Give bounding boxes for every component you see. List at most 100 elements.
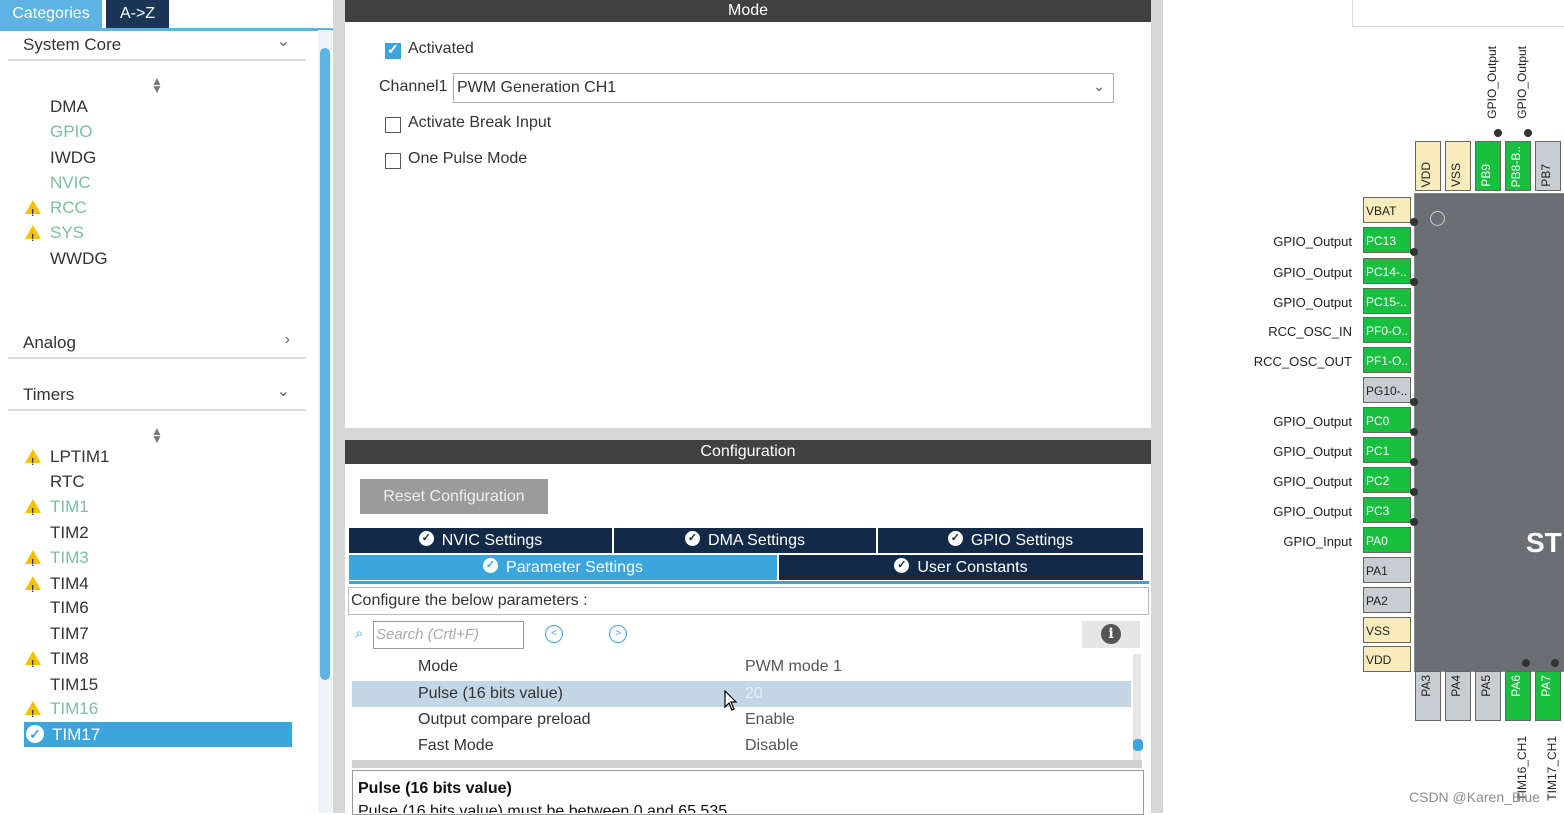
pin-pc15[interactable]: PC15-.. <box>1363 288 1411 314</box>
check-circle-icon: ✓ <box>894 558 910 574</box>
pin-top-pb7[interactable]: PB7 <box>1535 141 1561 191</box>
param-row-preload[interactable]: Output compare preload Enable <box>352 707 1131 733</box>
list-item-tim2[interactable]: TIM2 <box>50 521 89 545</box>
pin-name: PA4 <box>1449 675 1463 697</box>
previous-icon[interactable]: < <box>545 625 563 643</box>
pin-pc3[interactable]: PC3 <box>1363 497 1411 523</box>
list-item-rtc[interactable]: RTC <box>50 470 85 494</box>
info-button[interactable]: i <box>1082 621 1140 648</box>
tab-nvic-settings[interactable]: ✓ NVIC Settings <box>349 528 612 553</box>
tab-a-to-z[interactable]: A->Z <box>106 0 169 28</box>
one-pulse-checkbox[interactable] <box>385 153 401 169</box>
list-item-tim16[interactable]: TIM16 <box>25 697 98 727</box>
pushpin-icon <box>1494 129 1502 137</box>
param-value[interactable]: Enable <box>745 707 795 733</box>
list-item-tim6[interactable]: TIM6 <box>50 596 89 620</box>
pin-bottom-pa3[interactable]: PA3 <box>1415 671 1441 721</box>
left-scrollbar[interactable] <box>320 48 330 680</box>
pin-name: PB9 <box>1479 164 1493 187</box>
pin-pc13[interactable]: PC13 <box>1363 227 1411 253</box>
list-item-lptim1[interactable]: LPTIM1 <box>25 445 110 475</box>
pushpin-icon <box>1410 248 1418 256</box>
pin-name: PB8-B.. <box>1509 145 1523 187</box>
pin-pc0[interactable]: PC0 <box>1363 407 1411 433</box>
pin-bottom-pa4[interactable]: PA4 <box>1445 671 1471 721</box>
warning-icon <box>25 200 41 226</box>
param-value[interactable]: Disable <box>745 733 798 759</box>
param-row-mode[interactable]: Mode PWM mode 1 <box>352 654 1131 680</box>
pin-vbat[interactable]: VBAT <box>1363 197 1411 223</box>
channel1-select[interactable]: PWM Generation CH1 ⌄ <box>453 73 1114 103</box>
pushpin-icon <box>1410 398 1418 406</box>
param-row-pulse[interactable]: Pulse (16 bits value) 20 <box>352 681 1131 707</box>
list-item-tim4[interactable]: TIM4 <box>25 572 89 602</box>
pin-pc14[interactable]: PC14-.. <box>1363 258 1411 284</box>
pin-pa2[interactable]: PA2 <box>1363 587 1411 613</box>
tab-gpio-settings[interactable]: ✓ GPIO Settings <box>878 528 1143 553</box>
pushpin-icon <box>1410 488 1418 496</box>
tab-dma-settings[interactable]: ✓ DMA Settings <box>614 528 876 553</box>
pin-pf1[interactable]: PF1-O.. <box>1363 347 1411 373</box>
pushpin-icon <box>1410 458 1418 466</box>
tab-underline <box>349 581 1149 584</box>
category-timers[interactable]: Timers ⌄ <box>8 381 306 411</box>
tab-label: User Constants <box>917 559 1028 576</box>
pin-bottom-pa7[interactable]: PA7 <box>1535 671 1561 721</box>
list-item-gpio[interactable]: GPIO <box>50 120 93 144</box>
pin-vss[interactable]: VSS <box>1363 617 1411 643</box>
list-item-tim8[interactable]: TIM8 <box>25 647 89 677</box>
list-item-tim1[interactable]: TIM1 <box>25 495 89 525</box>
pin-label: GPIO_Output <box>1273 444 1352 459</box>
list-item-tim3[interactable]: TIM3 <box>25 546 89 576</box>
configure-description: Configure the below parameters : <box>348 587 1149 615</box>
pin-top-pb8[interactable]: PB8-B.. <box>1505 141 1531 191</box>
sort-icon[interactable]: ▲ ▼ <box>151 75 163 95</box>
param-scrollbar[interactable] <box>1133 739 1143 751</box>
pin-pc1[interactable]: PC1 <box>1363 437 1411 463</box>
info-icon: i <box>1101 624 1121 644</box>
param-value-input[interactable]: 20 <box>745 681 763 707</box>
list-item-tim15[interactable]: TIM15 <box>50 673 98 697</box>
param-row-fast-mode[interactable]: Fast Mode Disable <box>352 733 1131 759</box>
pin-pg10[interactable]: PG10-.. <box>1363 377 1411 403</box>
tab-parameter-settings[interactable]: ✓ Parameter Settings <box>349 555 777 580</box>
list-item-nvic[interactable]: NVIC <box>50 171 91 195</box>
check-circle-icon: ✓ <box>947 531 963 547</box>
param-name: Pulse (16 bits value) <box>418 685 563 702</box>
pin-top-vss[interactable]: VSS <box>1445 141 1471 191</box>
activated-checkbox[interactable] <box>385 41 401 59</box>
param-value[interactable]: PWM mode 1 <box>745 654 842 680</box>
tab-categories[interactable]: Categories <box>0 0 102 28</box>
list-item-dma[interactable]: DMA <box>50 95 88 119</box>
pin-vdd[interactable]: VDD <box>1363 646 1411 672</box>
pin-label: RCC_OSC_IN <box>1268 324 1352 339</box>
break-input-checkbox[interactable] <box>385 117 401 133</box>
sort-icon[interactable]: ▲ ▼ <box>151 425 163 445</box>
pin-pc2[interactable]: PC2 <box>1363 467 1411 493</box>
pin-name: PA7 <box>1539 675 1553 697</box>
pin-bottom-pa6[interactable]: PA6 <box>1505 671 1531 721</box>
category-system-core[interactable]: System Core ⌄ <box>8 31 306 61</box>
list-item-rcc[interactable]: RCC <box>25 196 87 226</box>
category-analog[interactable]: Analog › <box>8 329 306 359</box>
list-item-sys[interactable]: SYS <box>25 221 85 251</box>
pin-pa0[interactable]: PA0 <box>1363 527 1411 553</box>
pin-pa1[interactable]: PA1 <box>1363 557 1411 583</box>
reset-configuration-button[interactable]: Reset Configuration <box>360 479 548 514</box>
pin-bottom-pa5[interactable]: PA5 <box>1475 671 1501 721</box>
pin-label: GPIO_Output <box>1273 265 1352 280</box>
search-icon: ⌕ <box>355 625 364 642</box>
search-input[interactable]: Search (Crtl+F) <box>373 621 524 649</box>
tab-user-constants[interactable]: ✓ User Constants <box>779 555 1143 580</box>
list-item-iwdg[interactable]: IWDG <box>50 146 96 170</box>
pin-pf0[interactable]: PF0-O.. <box>1363 317 1411 343</box>
list-item-tim17-selected[interactable]: ✓ TIM17 <box>24 722 292 747</box>
splitter[interactable] <box>352 760 1142 768</box>
list-item-tim7[interactable]: TIM7 <box>50 622 89 646</box>
pin-top-vdd[interactable]: VDD <box>1415 141 1441 191</box>
list-item-wwdg[interactable]: WWDG <box>50 247 108 271</box>
next-icon[interactable]: > <box>609 625 627 643</box>
item-label: SYS <box>50 223 85 242</box>
pin-top-pb9[interactable]: PB9 <box>1475 141 1501 191</box>
item-label: TIM4 <box>50 574 89 593</box>
